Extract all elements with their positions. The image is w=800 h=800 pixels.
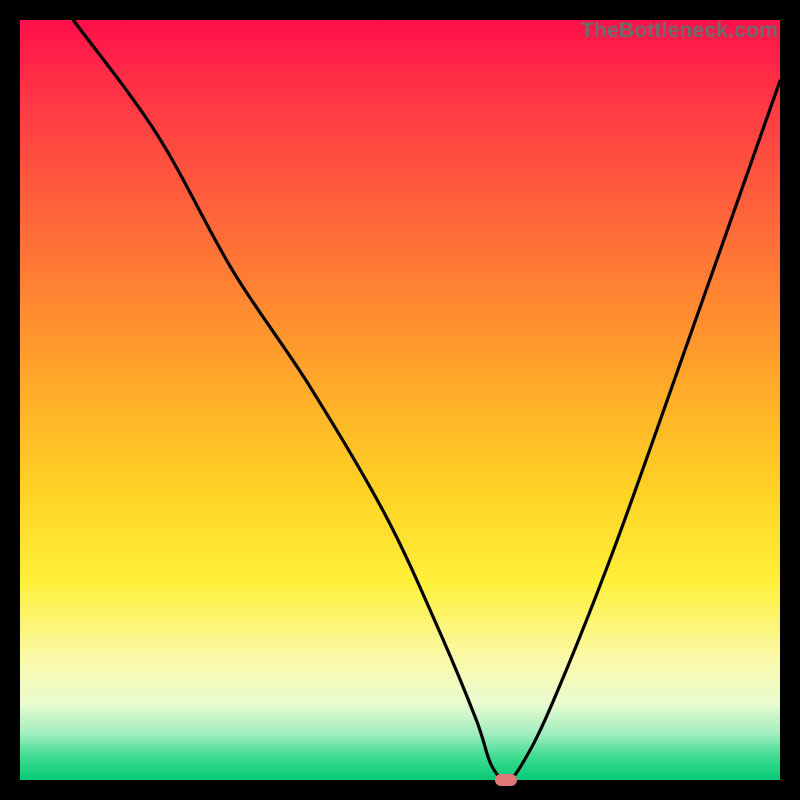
chart-frame: TheBottleneck.com: [0, 0, 800, 800]
optimum-marker: [495, 774, 517, 786]
curve-layer: [20, 20, 780, 780]
bottleneck-curve-path: [73, 20, 780, 780]
plot-area: TheBottleneck.com: [20, 20, 780, 780]
